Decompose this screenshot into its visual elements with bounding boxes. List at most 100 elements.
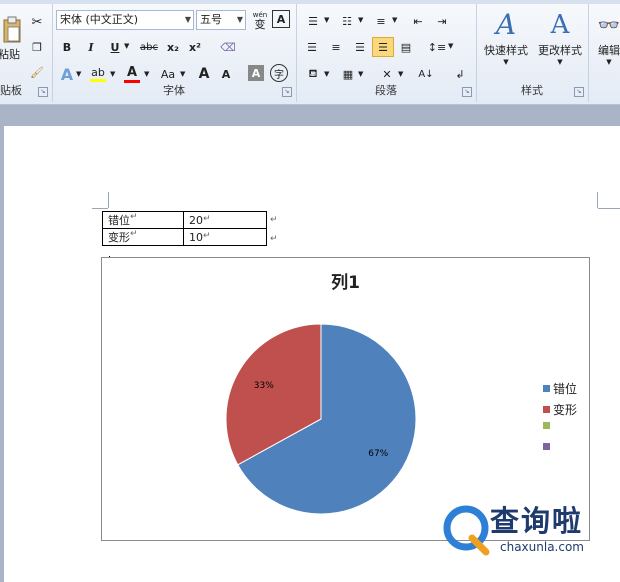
borders-button[interactable]: ▦ [338, 64, 358, 84]
shrink-font-label: A [221, 67, 231, 81]
chevron-down-icon[interactable]: ▼ [110, 70, 115, 78]
change-styles-label: 更改样式 [538, 44, 582, 57]
legend-entry[interactable] [543, 422, 553, 429]
paste-button[interactable]: 粘贴 [0, 10, 24, 68]
char-border-button[interactable]: A [272, 10, 290, 28]
underline-button[interactable]: U [106, 38, 124, 56]
clear-format-button[interactable]: ⌫ [218, 38, 238, 56]
quick-styles-button[interactable]: A 快速样式 ▼ [480, 8, 532, 80]
chevron-down-icon[interactable]: ▼ [76, 70, 81, 78]
italic-button[interactable]: I [82, 38, 100, 56]
cell-text: 10 [189, 230, 203, 244]
paragraph-launcher-icon[interactable]: ↘ [462, 87, 472, 97]
chevron-down-icon[interactable]: ▼ [448, 42, 453, 50]
editing-group: 👓 编辑 ▼ [588, 4, 620, 102]
chevron-down-icon[interactable]: ▼ [144, 70, 149, 78]
legend-label: 错位 [553, 382, 578, 396]
highlight-button[interactable]: ab [88, 64, 108, 84]
format-painter-button[interactable]: 🖌 [28, 63, 46, 81]
cell-text: 错位 [108, 214, 130, 227]
enclose-char-button[interactable]: 字 [270, 64, 288, 82]
line-spacing-button[interactable]: ↕≡ [426, 37, 448, 57]
styles-launcher-icon[interactable]: ↘ [574, 87, 584, 97]
chevron-down-icon[interactable]: ▼ [398, 70, 403, 78]
align-left-button[interactable]: ☰ [302, 37, 322, 57]
paste-label: 粘贴 [0, 48, 20, 61]
subscript-button[interactable]: x₂ [164, 38, 182, 56]
paragraph-group-label: 段落 [375, 84, 397, 97]
asian-layout-button[interactable]: ✕ [376, 64, 398, 84]
clipboard-group: 粘贴 ✂ ❐ 🖌 贴板 ↘ [0, 4, 53, 102]
text-effect-button[interactable]: A [58, 64, 76, 84]
sort-button[interactable]: A↓ [416, 64, 436, 84]
chevron-down-icon[interactable]: ▼ [324, 16, 329, 24]
distributed-icon: ▤ [400, 40, 412, 54]
change-case-button[interactable]: Aa [156, 64, 180, 84]
change-styles-button[interactable]: A 更改样式 ▼ [534, 8, 586, 80]
distributed-button[interactable]: ▤ [396, 37, 416, 57]
table-cell[interactable]: 20 ↵ [183, 211, 267, 229]
table-cell[interactable]: 变形 ↵ [102, 228, 184, 246]
data-table[interactable]: 错位 ↵ 20 ↵ 变形 ↵ 10 ↵ [102, 211, 267, 246]
chevron-down-icon[interactable]: ▼ [358, 16, 363, 24]
justify-button[interactable]: ☰ [372, 37, 394, 57]
font-color-button[interactable]: A [122, 64, 142, 84]
legend-entry[interactable]: 错位 [543, 380, 577, 397]
watermark: 查询啦 chaxunla.com [440, 494, 620, 582]
shading-button[interactable]: ⛾ [302, 64, 324, 84]
font-size-combo[interactable]: 五号 ▼ [196, 10, 246, 30]
cut-button[interactable]: ✂ [28, 13, 46, 31]
bullets-button[interactable]: ☰ [302, 12, 324, 30]
paragraph-group: ☰ ▼ ☷ ▼ ≡ ▼ ⇤ ⇥ ☰ ≡ ☰ ☰ ▤ ↕≡ ▼ ⛾ ▼ ▦ ▼ ✕… [296, 4, 477, 102]
font-name-value: 宋体 (中文正文) [60, 13, 139, 26]
font-launcher-icon[interactable]: ↘ [282, 87, 292, 97]
shrink-font-button[interactable]: A [216, 64, 236, 84]
outdent-icon: ⇤ [413, 14, 423, 28]
numbering-button[interactable]: ☷ [336, 12, 358, 30]
chevron-down-icon[interactable]: ▼ [180, 70, 185, 78]
increase-indent-button[interactable]: ⇥ [432, 12, 452, 30]
legend-swatch [543, 385, 550, 392]
chevron-down-icon[interactable]: ▼ [124, 42, 129, 50]
font-group: 宋体 (中文正文) ▼ 五号 ▼ wén 变 A B I U ▼ abc x₂ x² … [52, 4, 297, 102]
brush-icon: 🖌 [30, 65, 44, 79]
editing-label: 编辑 [598, 44, 620, 57]
strikethrough-button[interactable]: abc [138, 38, 160, 56]
bold-button[interactable]: B [58, 38, 76, 56]
clipboard-launcher-icon[interactable]: ↘ [38, 87, 48, 97]
multilevel-list-icon: ≡ [376, 14, 386, 28]
char-shading-label: A [251, 66, 261, 80]
chevron-down-icon[interactable]: ▼ [392, 16, 397, 24]
align-right-button[interactable]: ☰ [350, 37, 370, 57]
line-spacing-icon: ↕≡ [427, 40, 447, 54]
font-size-value: 五号 [200, 13, 222, 26]
char-shading-button[interactable]: A [248, 65, 264, 81]
chevron-down-icon[interactable]: ▼ [324, 70, 329, 78]
chevron-down-icon: ▼ [236, 15, 243, 24]
legend-entry[interactable] [543, 443, 553, 450]
legend-swatch [543, 422, 550, 429]
grow-font-button[interactable]: A [194, 64, 214, 84]
text-effect-label: A [60, 64, 74, 84]
chevron-down-icon[interactable]: ▼ [358, 70, 363, 78]
cell-text: 20 [189, 213, 203, 227]
ribbon: 粘贴 ✂ ❐ 🖌 贴板 ↘ 宋体 (中文正文) ▼ 五号 ▼ wén 变 A B I … [0, 0, 620, 105]
chevron-down-icon: ▼ [503, 58, 509, 66]
grow-font-label: A [198, 66, 210, 82]
eraser-icon: ⌫ [220, 40, 236, 54]
editing-button[interactable]: 👓 编辑 ▼ [594, 10, 620, 80]
table-cell[interactable]: 10 ↵ [183, 228, 267, 246]
legend-entry[interactable]: 变形 [543, 401, 577, 418]
superscript-button[interactable]: x² [186, 38, 204, 56]
multilevel-list-button[interactable]: ≡ [370, 12, 392, 30]
font-name-combo[interactable]: 宋体 (中文正文) ▼ [56, 10, 194, 30]
phonetic-guide-button[interactable]: wén 变 [250, 10, 270, 30]
align-center-button[interactable]: ≡ [326, 37, 346, 57]
row-end-mark: ↵ [270, 234, 278, 244]
show-marks-button[interactable]: ↲ [450, 64, 470, 84]
align-left-icon: ☰ [307, 40, 317, 54]
subscript-label: x₂ [167, 40, 179, 54]
decrease-indent-button[interactable]: ⇤ [408, 12, 428, 30]
copy-button[interactable]: ❐ [28, 38, 46, 56]
table-cell[interactable]: 错位 ↵ [102, 211, 184, 229]
